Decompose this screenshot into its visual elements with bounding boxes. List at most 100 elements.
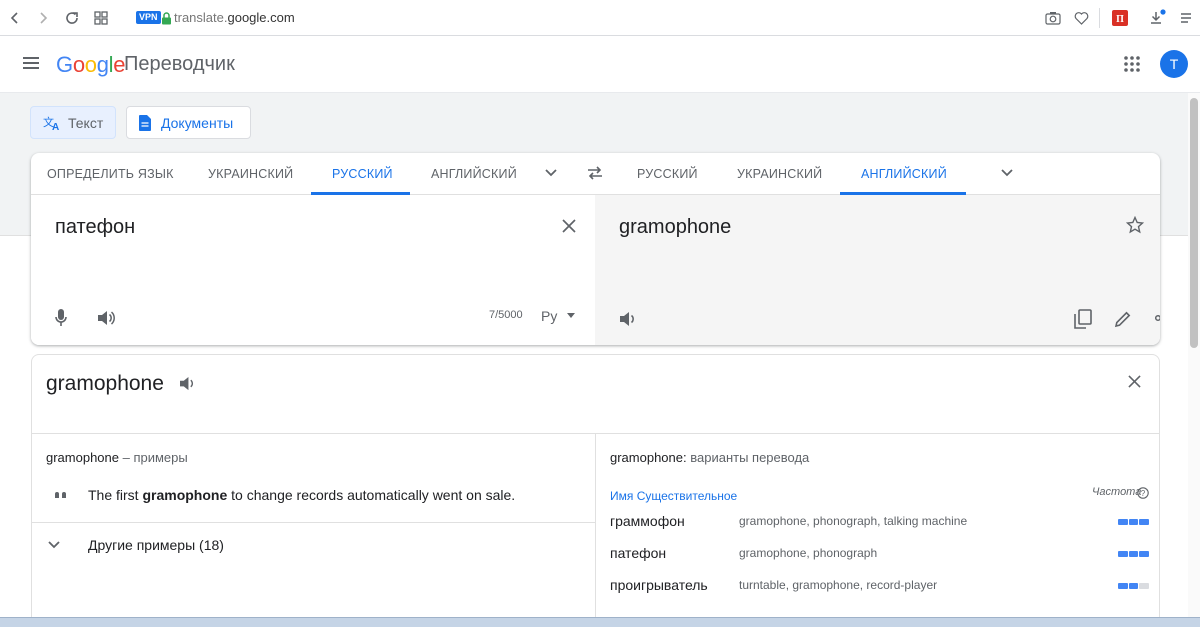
examples-word: gramophone: [46, 450, 119, 465]
frequency-label-text: Частота: [1092, 486, 1142, 498]
more-examples-button[interactable]: Другие примеры (18): [88, 537, 224, 553]
forward-icon[interactable]: [34, 9, 52, 27]
document-icon: [139, 114, 151, 131]
hamburger-menu-icon[interactable]: [21, 55, 41, 71]
mode-text-label: Текст: [68, 114, 104, 131]
frequency-bar: [1118, 519, 1150, 525]
example-after: to change records automatically went on …: [227, 487, 516, 503]
translator-card: ОПРЕДЕЛИТЬ ЯЗЫК УКРАИНСКИЙ РУССКИЙ АНГЛИ…: [31, 153, 1160, 345]
frequency-segment: [1128, 551, 1139, 557]
mode-documents-label: Документы: [161, 114, 234, 131]
toolbar-separator: [1099, 8, 1100, 28]
frequency-segment: [1139, 583, 1150, 589]
source-lang-russian[interactable]: РУССКИЙ: [332, 167, 393, 181]
url-domain: google.com: [227, 10, 295, 25]
browser-menu-icon[interactable]: [1177, 9, 1195, 27]
logo-letter: G: [56, 52, 73, 77]
mode-text-button[interactable]: 文A Текст: [30, 106, 116, 139]
frequency-bar: [1118, 583, 1150, 589]
download-icon[interactable]: [1148, 9, 1166, 27]
app-header: Google Переводчик T: [0, 36, 1200, 93]
logo-letter: g: [96, 52, 109, 77]
example-sentence: The first gramophone to change records a…: [88, 487, 515, 503]
target-lang-english[interactable]: АНГЛИЙСКИЙ: [861, 167, 947, 181]
svg-text:?: ?: [1141, 489, 1146, 498]
expand-examples-icon[interactable]: [47, 540, 61, 550]
dictionary-speaker-icon[interactable]: [179, 376, 196, 391]
examples-header: gramophone – примеры: [46, 450, 188, 465]
close-dictionary-icon[interactable]: [1128, 375, 1141, 388]
source-lang-detect[interactable]: ОПРЕДЕЛИТЬ ЯЗЫК: [47, 167, 174, 181]
frequency-segment: [1118, 583, 1128, 589]
source-speaker-icon[interactable]: [97, 310, 115, 326]
apps-grid-icon[interactable]: [1123, 55, 1141, 73]
share-icon[interactable]: [1154, 309, 1160, 327]
tabs-grid-icon[interactable]: [92, 9, 110, 27]
scrollbar-thumb[interactable]: [1190, 98, 1198, 348]
back-icon[interactable]: [6, 9, 24, 27]
frequency-segment: [1128, 583, 1139, 589]
svg-text:A: A: [52, 122, 59, 131]
translation-output: gramophone: [619, 216, 732, 238]
logo-letter: o: [72, 52, 85, 77]
frequency-label: Частота: [1092, 486, 1141, 498]
dictionary-card: gramophone gramophone – примеры The firs…: [31, 354, 1160, 627]
clear-source-icon[interactable]: [562, 219, 576, 233]
frequency-segment: [1128, 519, 1139, 525]
example-highlight: gramophone: [142, 487, 228, 503]
translation-word: граммофон: [610, 513, 685, 529]
dictionary-divider: [32, 433, 1159, 434]
mode-documents-button[interactable]: Документы: [126, 106, 251, 139]
heart-icon[interactable]: [1072, 9, 1090, 27]
copy-icon[interactable]: [1074, 309, 1092, 329]
language-bar: ОПРЕДЕЛИТЬ ЯЗЫК УКРАИНСКИЙ РУССКИЙ АНГЛИ…: [31, 153, 1160, 195]
source-lang-ukrainian[interactable]: УКРАИНСКИЙ: [208, 167, 293, 181]
microphone-icon[interactable]: [55, 309, 67, 327]
input-tools-button[interactable]: Ру: [541, 308, 557, 324]
source-lang-more-icon[interactable]: [544, 168, 558, 178]
star-icon[interactable]: [1126, 216, 1144, 234]
dictionary-word: gramophone: [46, 372, 164, 395]
translations-word: gramophone:: [610, 450, 687, 465]
edit-pencil-icon[interactable]: [1114, 310, 1132, 328]
os-taskbar: [0, 617, 1200, 627]
camera-icon[interactable]: [1044, 9, 1062, 27]
translations-suffix: варианты перевода: [686, 450, 810, 465]
frequency-segment: [1118, 551, 1128, 557]
target-lang-ukrainian[interactable]: УКРАИНСКИЙ: [737, 167, 822, 181]
character-count: 7/5000: [489, 309, 523, 321]
source-text-input[interactable]: патефон: [55, 216, 135, 239]
example-before: The first: [88, 487, 143, 503]
frequency-segment: [1139, 519, 1150, 525]
frequency-segment: [1139, 551, 1150, 557]
examples-divider: [32, 522, 595, 523]
input-tools-dropdown-icon[interactable]: [567, 313, 575, 318]
target-speaker-icon[interactable]: [619, 311, 637, 327]
translation-word: проигрыватель: [610, 577, 708, 593]
back-translations: gramophone, phonograph, talking machine: [739, 514, 968, 528]
help-icon[interactable]: ?: [1137, 487, 1149, 499]
address-bar[interactable]: translate.google.com: [174, 10, 295, 25]
part-of-speech-label: Имя Существительное: [610, 489, 738, 503]
translation-row[interactable]: граммофон gramophone, phonograph, talkin…: [610, 513, 1150, 533]
target-lang-more-icon[interactable]: [1000, 168, 1014, 178]
google-logo[interactable]: Google: [56, 52, 125, 78]
back-translations: gramophone, phonograph: [739, 546, 878, 560]
translate-icon: 文A: [43, 115, 61, 131]
lock-icon: [157, 9, 175, 27]
translation-row[interactable]: проигрыватель turntable, gramophone, rec…: [610, 577, 1150, 597]
translations-header: gramophone: варианты перевода: [610, 450, 809, 465]
translation-word: патефон: [610, 545, 667, 561]
target-lang-russian[interactable]: РУССКИЙ: [637, 167, 698, 181]
url-prefix: translate.: [174, 10, 228, 25]
translation-row[interactable]: патефон gramophone, phonograph: [610, 545, 1150, 565]
extension-icon[interactable]: П: [1111, 9, 1129, 27]
column-divider: [595, 434, 596, 627]
input-tools-label: Ру: [541, 308, 558, 324]
swap-languages-icon[interactable]: [586, 165, 604, 181]
account-avatar[interactable]: T: [1160, 50, 1188, 78]
reload-icon[interactable]: [63, 9, 81, 27]
frequency-bar: [1118, 551, 1150, 557]
svg-text:П: П: [1116, 14, 1124, 25]
source-lang-english[interactable]: АНГЛИЙСКИЙ: [431, 167, 517, 181]
